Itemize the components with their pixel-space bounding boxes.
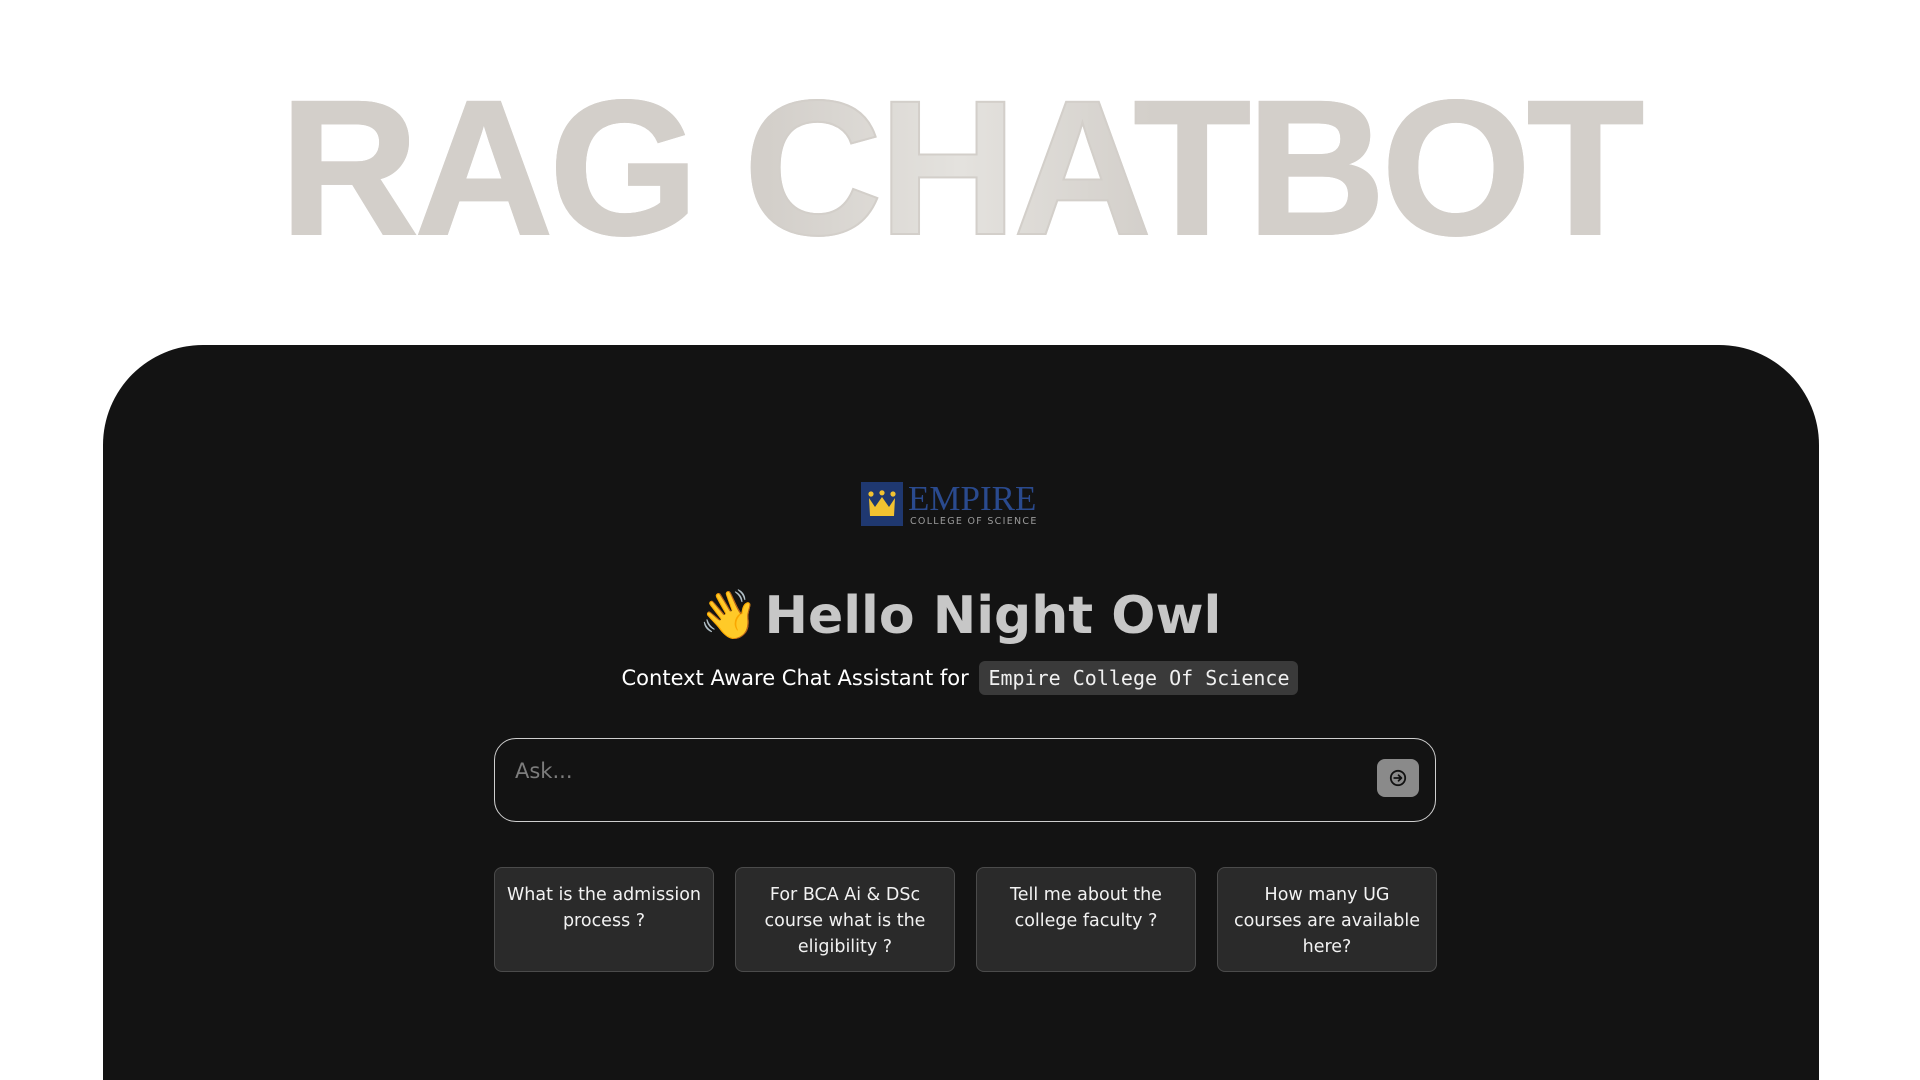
college-name-badge: Empire College Of Science: [979, 661, 1299, 695]
ask-input[interactable]: [515, 755, 1335, 787]
arrow-right-circle-icon: [1389, 769, 1407, 787]
logo-subtitle: COLLEGE OF SCIENCE: [910, 515, 1038, 527]
suggestion-list: What is the admission process ? For BCA …: [494, 867, 1438, 973]
waving-hand-icon: 👋: [698, 587, 759, 643]
send-button[interactable]: [1377, 759, 1419, 797]
hero-title: RAG CHATBOT: [0, 67, 1920, 269]
suggestion-admission-process[interactable]: What is the admission process ?: [494, 867, 714, 972]
page: RAG CHATBOT EMPIRE COLLEGE OF SCIENCE 👋 H…: [0, 0, 1920, 1080]
crown-icon: [861, 482, 903, 526]
suggestion-bca-eligibility[interactable]: For BCA Ai & DSc course what is the elig…: [735, 867, 955, 972]
subtitle-text: Context Aware Chat Assistant for: [621, 666, 969, 690]
college-logo: EMPIRE COLLEGE OF SCIENCE: [861, 480, 1063, 528]
greeting-text: Hello Night Owl: [764, 586, 1222, 646]
suggestion-college-faculty[interactable]: Tell me about the college faculty ?: [976, 867, 1196, 972]
suggestion-ug-courses[interactable]: How many UG courses are available here?: [1217, 867, 1437, 972]
assistant-subtitle: Context Aware Chat Assistant for Empire …: [0, 660, 1920, 696]
greeting-heading: 👋 Hello Night Owl: [0, 582, 1920, 649]
logo-name: EMPIRE: [908, 478, 1037, 518]
logo-text: EMPIRE COLLEGE OF SCIENCE: [908, 478, 1038, 527]
ask-box: [494, 738, 1436, 822]
